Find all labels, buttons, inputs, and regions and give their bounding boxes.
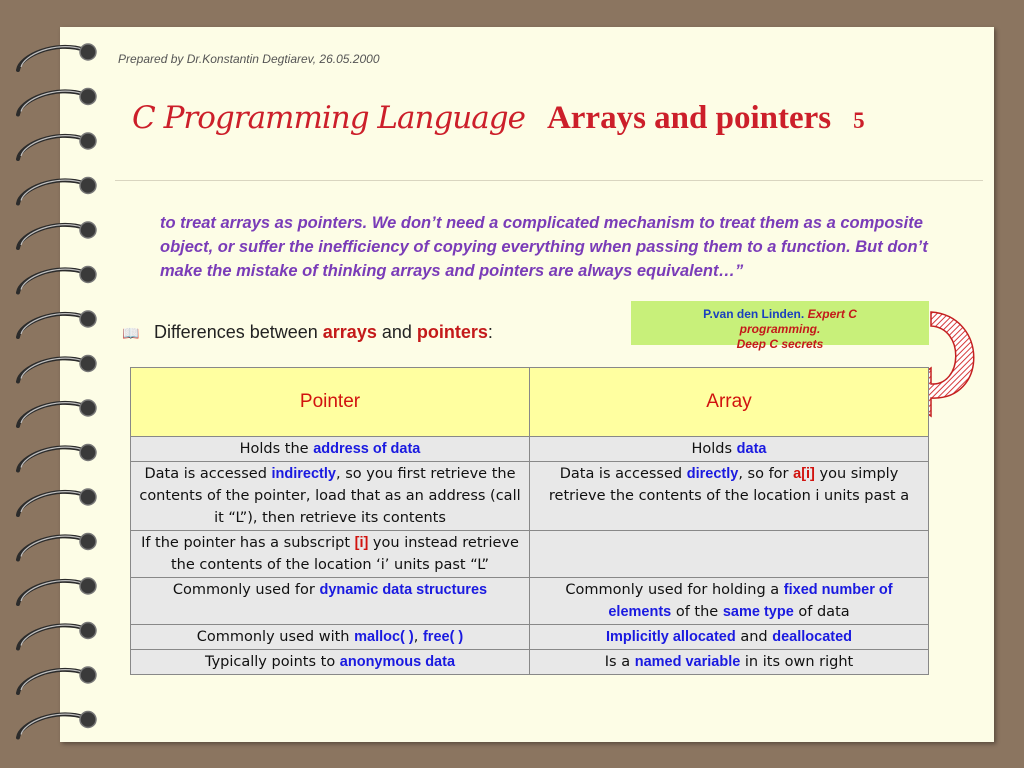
table-row: Commonly used for dynamic data structure… <box>130 577 929 625</box>
array-cell <box>529 530 929 578</box>
cell-text: [i] <box>354 535 369 551</box>
cell-text: in its own right <box>740 654 854 670</box>
pointer-cell: If the pointer has a subscript [i] you i… <box>130 530 530 578</box>
bullet-keyword-pointers: pointers <box>416 322 488 342</box>
array-cell: Holds data <box>529 436 929 462</box>
citation-title-3: Deep C secrets <box>736 337 824 351</box>
spiral-hole <box>79 666 97 684</box>
spiral-hole <box>79 265 97 284</box>
spiral-hole <box>79 443 97 462</box>
cell-text: Holds the <box>239 441 314 457</box>
spiral-hole <box>79 577 97 595</box>
comparison-table: Pointer Array Holds the address of data H… <box>130 367 929 675</box>
table-row: If the pointer has a subscript [i] you i… <box>130 530 929 578</box>
citation-title-1: Expert C <box>807 307 857 321</box>
cell-text: Data is accessed <box>144 466 272 482</box>
spiral-hole <box>79 354 97 373</box>
header-pointer: Pointer <box>130 367 530 437</box>
cell-text: indirectly <box>271 466 336 482</box>
cell-text: Is a <box>604 654 635 670</box>
spiral-hole <box>79 221 97 239</box>
table-row: Typically points to anonymous data Is a n… <box>130 649 929 675</box>
cell-text: free( ) <box>422 629 464 645</box>
header-array: Array <box>529 367 929 437</box>
pointer-cell: Commonly used for dynamic data structure… <box>130 577 530 625</box>
spiral-hole <box>79 132 97 150</box>
cell-text: same type <box>722 604 794 620</box>
cell-text: malloc( ) <box>354 629 414 645</box>
author-credit: Prepared by Dr.Konstantin Degtiarev, 26.… <box>118 52 380 66</box>
cell-text: Commonly used with <box>196 629 355 645</box>
cell-text: data <box>736 441 767 457</box>
spiral-hole <box>79 710 97 729</box>
cell-text: deallocated <box>772 629 853 645</box>
cell-text: and <box>735 629 773 645</box>
cell-text: , so for <box>738 466 794 482</box>
array-cell: Implicitly allocated and deallocated <box>529 624 929 650</box>
array-cell: Commonly used for holding a fixed number… <box>529 577 929 625</box>
table-header-row: Pointer Array <box>130 367 929 437</box>
cell-text: a[i] <box>793 466 815 482</box>
cell-text: of the <box>671 604 723 620</box>
cell-text: Typically points to <box>204 654 340 670</box>
pointer-cell: Data is accessed indirectly, so you firs… <box>130 461 530 531</box>
citation-author: P.van den Linden. <box>703 307 805 321</box>
table-row: Data is accessed indirectly, so you firs… <box>130 461 929 531</box>
array-cell: Is a named variable in its own right <box>529 649 929 675</box>
cell-text: named variable <box>634 654 741 670</box>
bullet-item: 📖 Differences between arrays and pointers… <box>122 322 493 342</box>
spiral-hole <box>79 310 97 328</box>
cell-text: , <box>413 629 423 645</box>
citation-title-2: programming. <box>739 322 821 336</box>
cell-text: Implicitly allocated <box>605 629 736 645</box>
slide-number: 5 <box>853 108 865 133</box>
table-row: Holds the address of data Holds data <box>130 436 929 462</box>
spiral-hole <box>79 87 97 106</box>
bullet-keyword-arrays: arrays <box>322 322 377 342</box>
cell-text: Commonly used for <box>172 582 320 598</box>
pointer-cell: Typically points to anonymous data <box>130 649 530 675</box>
spiral-binding <box>16 43 97 740</box>
slide-title: C Programming Language Arrays and pointer… <box>132 100 865 137</box>
cell-text: address of data <box>313 441 421 457</box>
array-cell: Data is accessed directly, so for a[i] y… <box>529 461 929 531</box>
title-sub: Arrays and pointers <box>546 100 832 136</box>
cell-text: anonymous data <box>339 654 456 670</box>
table-row: Commonly used with malloc( ), free( ) Imp… <box>130 624 929 650</box>
pointer-cell: Holds the address of data <box>130 436 530 462</box>
spiral-hole <box>79 43 97 61</box>
spiral-hole <box>79 176 97 195</box>
cell-text: of data <box>793 604 850 620</box>
quote-text: to treat arrays as pointers. We don’t ne… <box>160 214 928 280</box>
cell-text: Commonly used for holding a <box>565 582 784 598</box>
cell-text: Holds <box>691 441 737 457</box>
pointer-cell: Commonly used with malloc( ), free( ) <box>130 624 530 650</box>
source-citation: P.van den Linden. Expert C programming. … <box>631 301 929 351</box>
title-main: C Programming Language <box>132 100 526 136</box>
title-divider <box>115 180 983 181</box>
cell-text: Data is accessed <box>559 466 687 482</box>
book-bullet-icon: 📖 <box>122 325 140 341</box>
spiral-hole <box>79 621 97 640</box>
cell-text: directly <box>686 466 739 482</box>
spiral-hole <box>79 488 97 506</box>
cell-text: If the pointer has a subscript <box>141 535 355 551</box>
spiral-hole <box>79 532 97 551</box>
cell-text: dynamic data structures <box>319 582 488 598</box>
spiral-hole <box>79 399 97 417</box>
